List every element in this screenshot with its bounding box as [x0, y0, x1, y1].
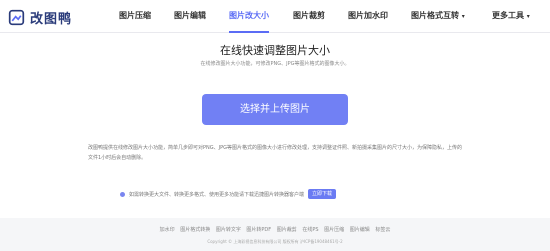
footer-link[interactable]: 图片转PDF	[246, 226, 271, 233]
footer-link[interactable]: 图片压缩	[324, 226, 344, 233]
logo-text: 改图鸭	[30, 11, 73, 27]
footer-link[interactable]: 图片编辑	[350, 226, 370, 233]
logo[interactable]: 改图鸭	[8, 7, 72, 27]
footer-link[interactable]: 图片格式转换	[180, 226, 210, 233]
nav-item-label: 图片压缩	[119, 11, 151, 20]
nav-item-label: 图片裁剪	[293, 11, 325, 20]
nav-item-label: 更多工具	[492, 11, 524, 20]
footer-links: 加水印 图片格式转换 图片转文字 图片转PDF 图片裁剪 在线PS 图片压缩 图…	[0, 226, 550, 233]
page-subtitle: 在线修改图片大小功能，可修改PNG、JPG等图片格式的图像大小。	[200, 61, 350, 67]
nav-item-more-tools[interactable]: 更多工具 ▾	[492, 0, 530, 33]
notice-text: 如需转换更大文件、转换更多格式、使用更多功能请下载迅捷图片转换器客户端	[129, 191, 305, 198]
footer-link[interactable]: 图片裁剪	[277, 226, 297, 233]
chevron-down-icon: ▾	[526, 13, 530, 20]
footer-link[interactable]: 加水印	[160, 226, 175, 233]
nav-item-watermark[interactable]: 图片加水印	[348, 0, 388, 33]
footer-link[interactable]: 图片转文字	[216, 226, 241, 233]
footer-link[interactable]: 在线PS	[302, 226, 318, 233]
chevron-down-icon: ▾	[461, 13, 465, 20]
page-title: 在线快速调整图片大小	[220, 44, 330, 57]
nav-item-label: 图片加水印	[348, 11, 388, 20]
download-now-button[interactable]: 立即下载	[308, 189, 337, 199]
nav-item-label: 图片编辑	[174, 11, 206, 20]
description-text: 改图鸭提供在线修改图片大小功能，简单几步即可对PNG、JPG等图片格式的图像大小…	[88, 145, 463, 161]
nav-item-label: 图片改大小	[229, 11, 269, 20]
logo-icon	[8, 9, 25, 25]
footer-link[interactable]: 标签云	[375, 226, 390, 233]
upload-image-button[interactable]: 选择并上传图片	[202, 94, 348, 125]
nav-item-edit[interactable]: 图片编辑	[174, 0, 206, 33]
nav-item-resize[interactable]: 图片改大小	[229, 0, 269, 33]
client-download-notice: 如需转换更大文件、转换更多格式、使用更多功能请下载迅捷图片转换器客户端 立即下载	[120, 188, 337, 200]
top-header: 改图鸭 图片压缩 图片编辑 图片改大小 图片裁剪 图片加水印 图片格式互转 ▾ …	[0, 0, 550, 33]
nav-item-crop[interactable]: 图片裁剪	[293, 0, 325, 33]
info-dot-icon	[120, 191, 125, 197]
main-panel: 在线快速调整图片大小 在线修改图片大小功能，可修改PNG、JPG等图片格式的图像…	[0, 33, 550, 218]
nav-item-format-convert[interactable]: 图片格式互转 ▾	[411, 0, 465, 33]
copyright-text: Copyright © 上海彩视信息科技有限公司 版权所有 沪ICP备19048…	[207, 239, 343, 244]
nav-item-label: 图片格式互转	[411, 11, 459, 20]
nav-item-compress[interactable]: 图片压缩	[119, 0, 151, 33]
